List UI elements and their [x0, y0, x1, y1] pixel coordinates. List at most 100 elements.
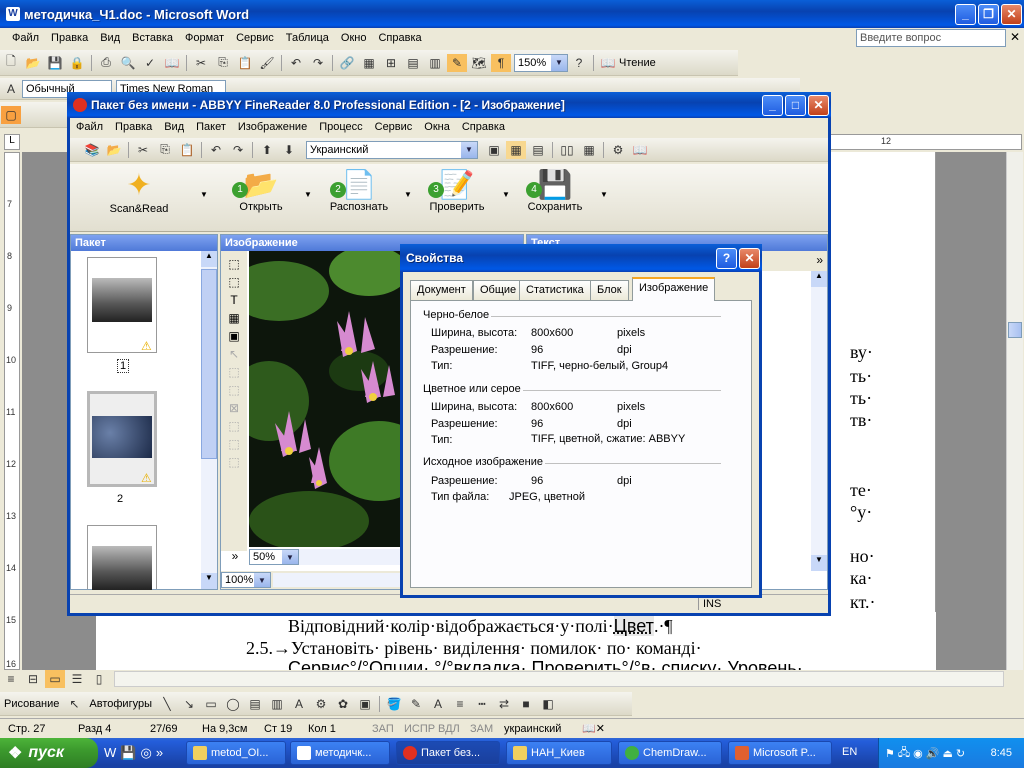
fr-open-icon[interactable]: 📂 [104, 141, 124, 159]
print-preview-icon[interactable]: 🔍 [118, 54, 138, 72]
pointer-icon[interactable]: ↖ [229, 347, 239, 361]
word-vertical-scrollbar[interactable] [1006, 152, 1023, 670]
select-objects-icon[interactable]: ↖ [64, 695, 84, 713]
tab-image[interactable]: Изображение [632, 277, 716, 301]
status-track[interactable]: ИСПР [404, 723, 438, 735]
chevron-down-icon[interactable]: ▼ [404, 190, 412, 199]
fr-maximize-button[interactable]: □ [785, 94, 806, 116]
status-extend[interactable]: ВДЛ [438, 723, 470, 735]
arrow-style-icon[interactable]: ⇄ [494, 695, 514, 713]
hyperlink-icon[interactable]: 🔗 [337, 54, 357, 72]
task-chemdraw[interactable]: ChemDraw... [618, 741, 722, 765]
fr-menu-tools[interactable]: Сервис [369, 121, 419, 133]
tray-icon-update[interactable]: ↻ [956, 747, 965, 760]
scroll-thumb[interactable] [201, 269, 217, 459]
paste-icon[interactable]: 📋 [235, 54, 255, 72]
tray-icon-safe-remove[interactable]: ⏏ [942, 747, 952, 760]
word-menu-format[interactable]: Формат [179, 32, 230, 44]
word-restore-button[interactable]: ❐ [978, 3, 999, 25]
fr-menu-window[interactable]: Окна [418, 121, 456, 133]
fr-help-icon[interactable]: 📖 [630, 141, 650, 159]
fr-layout-icon-2[interactable]: ▦ [579, 141, 599, 159]
web-view-icon[interactable]: ⊟ [23, 670, 43, 688]
reading-icon[interactable]: 📖 [598, 54, 618, 72]
tables-borders-icon[interactable]: ▦ [359, 54, 379, 72]
fr-menu-view[interactable]: Вид [158, 121, 190, 133]
word-menu-file[interactable]: Файл [6, 32, 45, 44]
fr-undo-icon[interactable]: ↶ [206, 141, 226, 159]
fr-save-button[interactable]: 💾 4 Сохранить [522, 168, 588, 230]
chevron-down-icon[interactable]: ▼ [600, 190, 608, 199]
fr-recognize-button[interactable]: 📄 2 Распознать [326, 168, 392, 230]
line-style-icon[interactable]: ≡ [450, 695, 470, 713]
outline-view-icon[interactable]: ☰ [67, 670, 87, 688]
tab-general[interactable]: Общие [473, 280, 524, 300]
word-menu-help[interactable]: Справка [372, 32, 427, 44]
help-question-input[interactable]: Введите вопрос [856, 29, 1006, 47]
fr-menu-edit[interactable]: Правка [109, 121, 158, 133]
fr-menu-process[interactable]: Процесс [313, 121, 368, 133]
show-hide-icon[interactable]: ¶ [491, 53, 511, 72]
word-scroll-thumb[interactable] [1008, 322, 1022, 338]
tools-more-icon[interactable]: » [221, 549, 249, 565]
open-icon[interactable]: 📂 [23, 54, 43, 72]
word-quicklaunch-icon[interactable]: W [104, 745, 116, 761]
line-icon[interactable]: ╲ [157, 695, 177, 713]
document-map-icon[interactable]: 🗺 [469, 54, 489, 72]
frame-icon[interactable]: ▢ [1, 105, 21, 124]
dialog-close-button[interactable]: ✕ [739, 247, 760, 269]
word-menu-window[interactable]: Окно [335, 32, 373, 44]
batch-scrollbar[interactable]: ▲ ▼ [201, 251, 217, 589]
word-app-icon[interactable]: W [6, 7, 20, 21]
styles-icon[interactable]: A [1, 80, 21, 98]
columns-icon[interactable]: ▥ [425, 54, 445, 72]
task-powerpoint[interactable]: Microsoft P... [728, 741, 832, 765]
arrow-icon[interactable]: ↘ [179, 695, 199, 713]
fr-app-icon[interactable] [73, 98, 87, 112]
new-doc-icon[interactable]: 🗋 [1, 54, 21, 72]
fr-next-page-icon[interactable]: ⬇ [279, 141, 299, 159]
tray-icon-antivirus[interactable]: ◉ [913, 747, 923, 760]
print-layout-icon[interactable]: ▭ [45, 670, 65, 688]
text-scrollbar[interactable]: ▲ ▼ [811, 271, 827, 571]
scroll-up-icon[interactable]: ▲ [201, 251, 217, 267]
image-zoom-select[interactable]: 50% ▼ [249, 549, 299, 565]
undo-icon[interactable]: ↶ [286, 54, 306, 72]
horizontal-ruler[interactable]: 12 [830, 134, 1022, 150]
text-toolbar-more-icon[interactable]: » [816, 253, 823, 267]
tab-selector[interactable]: L [4, 134, 20, 150]
fr-scan-icon[interactable]: 📚 [82, 141, 102, 159]
fr-scanread-button[interactable]: ✦ Scan&Read [106, 168, 172, 230]
fr-menu-batch[interactable]: Пакет [190, 121, 232, 133]
task-metodichka[interactable]: методичк... [290, 741, 390, 765]
dialog-help-button[interactable]: ? [716, 247, 737, 269]
fr-minimize-button[interactable]: _ [762, 94, 783, 116]
autoshapes-menu[interactable]: Автофигуры [85, 698, 156, 710]
tray-icon-net[interactable]: 🖧 [898, 744, 910, 763]
chevron-down-icon[interactable]: ▼ [200, 190, 208, 199]
shadow-icon[interactable]: ■ [516, 695, 536, 713]
table-area-icon[interactable]: ▦ [228, 311, 239, 325]
fr-copy-icon[interactable]: ⎘ [155, 141, 175, 159]
fr-menu-file[interactable]: Файл [70, 121, 109, 133]
wordart-icon[interactable]: A [289, 695, 309, 713]
start-button[interactable]: ❖ пуск [0, 738, 98, 768]
language-indicator[interactable]: EN [842, 746, 857, 758]
fr-layout-icon-1[interactable]: ▯▯ [557, 141, 577, 159]
scroll-up-icon[interactable]: ▲ [811, 271, 827, 287]
save-icon[interactable]: 💾 [45, 54, 65, 72]
font-color-icon[interactable]: A [428, 695, 448, 713]
word-menu-insert[interactable]: Вставка [126, 32, 179, 44]
line-color-icon[interactable]: ✎ [406, 695, 426, 713]
copy-icon[interactable]: ⎘ [213, 54, 233, 72]
word-menu-edit[interactable]: Правка [45, 32, 94, 44]
print-icon[interactable]: ⎙ [96, 54, 116, 72]
task-finereader[interactable]: Пакет без... [396, 741, 500, 765]
research-icon[interactable]: 📖 [162, 54, 182, 72]
tab-document[interactable]: Документ [410, 280, 473, 300]
quicklaunch-more-icon[interactable]: » [156, 745, 163, 761]
chevron-down-icon[interactable]: ▼ [304, 190, 312, 199]
fr-cut-icon[interactable]: ✂ [133, 141, 153, 159]
status-overtype[interactable]: ЗАМ [470, 723, 504, 735]
excel-icon[interactable]: ▤ [403, 54, 423, 72]
